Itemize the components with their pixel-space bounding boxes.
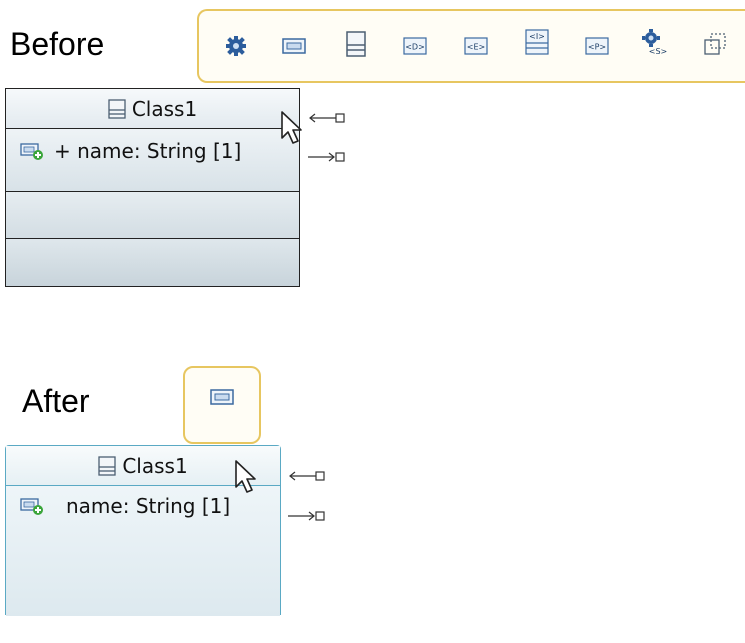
after-heading: After [22,383,90,419]
class-icon [108,98,126,119]
attribute-palette-icon[interactable] [281,33,307,59]
stereotype-palette-icon[interactable]: <S> [641,29,667,56]
attribute-text: name: String [1] [66,494,231,518]
attribute-palette-icon[interactable] [209,384,235,410]
attribute-compartment[interactable]: name: String [1] [6,486,280,616]
attribute-row[interactable]: + name: String [1] [20,139,241,163]
attribute-icon [20,143,43,160]
outgoing-connection-handle[interactable] [306,150,346,164]
interface-palette-icon[interactable]: <I> [524,29,550,55]
attribute-text: + name: String [1] [54,139,242,163]
primitive-palette-icon[interactable]: <P> [584,33,610,59]
datatype-palette-icon[interactable]: <D> [402,33,428,59]
mouse-cursor-icon [281,111,302,144]
popup-palette-after [183,366,261,444]
operation-compartment[interactable] [6,192,299,239]
incoming-connection-handle[interactable] [286,469,326,483]
class-box-before[interactable]: Class1 + name: String [1] [5,88,300,287]
attribute-compartment[interactable]: + name: String [1] [6,129,299,192]
svg-text:<E>: <E> [467,43,485,52]
nested-class-palette-icon[interactable] [343,31,369,57]
attribute-row[interactable]: name: String [1] [20,494,230,518]
outgoing-connection-handle[interactable] [286,509,326,523]
class-palette-icon[interactable] [223,33,249,59]
svg-text:<I>: <I> [529,32,545,41]
mouse-cursor-icon [235,460,256,493]
before-heading: Before [10,26,105,62]
svg-text:<D>: <D> [405,43,425,52]
enumeration-palette-icon[interactable]: <E> [463,33,489,59]
nested-classifier-compartment[interactable] [6,239,299,286]
class-name-compartment[interactable]: Class1 [6,89,299,129]
more-palette-icon[interactable] [702,31,728,57]
attribute-icon [20,498,43,515]
svg-text:<P>: <P> [588,43,606,52]
class-icon [98,455,116,476]
popup-palette-before: <D> <E> <I> <P> <S> [197,9,745,83]
class-name: Class1 [122,453,188,478]
svg-text:<S>: <S> [649,47,667,56]
class-name: Class1 [131,96,198,121]
incoming-connection-handle[interactable] [306,111,346,125]
